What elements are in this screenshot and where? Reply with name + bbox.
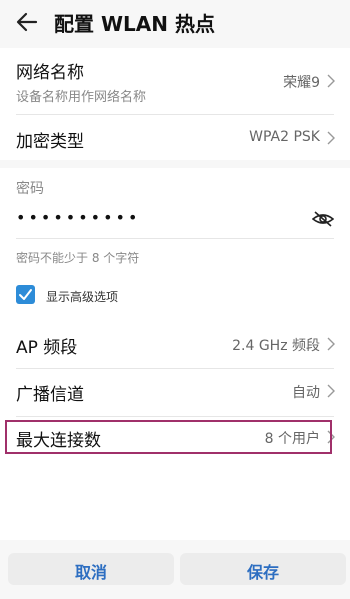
ap-band-value: 2.4 GHz 频段: [232, 338, 320, 354]
save-button-label: 保存: [246, 563, 279, 582]
hide-password-icon[interactable]: [312, 210, 334, 228]
broadcast-channel-label: 广播信道: [16, 385, 84, 405]
password-hint: 密码不能少于 8 个字符: [16, 251, 140, 265]
password-underline: [16, 238, 334, 239]
app-header: 配置 WLAN 热点: [0, 0, 350, 44]
network-name-sublabel: 设备名称用作网络名称: [16, 90, 147, 105]
network-name-row[interactable]: 网络名称 设备名称用作网络名称 荣耀9: [0, 48, 350, 108]
password-input[interactable]: ••••••••••: [16, 208, 140, 227]
back-arrow-icon[interactable]: [14, 9, 40, 35]
ap-band-label: AP 频段: [16, 338, 78, 358]
broadcast-channel-value: 自动: [292, 385, 320, 401]
cancel-button[interactable]: 取消: [8, 553, 174, 585]
highlight-frame: [5, 420, 332, 454]
page-title: 配置 WLAN 热点: [54, 12, 215, 36]
advanced-options-label: 显示高级选项: [46, 290, 119, 304]
chevron-right-icon: [327, 337, 335, 351]
security-settings-card: 密码 •••••••••• 密码不能少于 8 个字符 显示高级选项 AP 频段 …: [0, 168, 350, 540]
encryption-label: 加密类型: [16, 132, 84, 152]
divider: [16, 416, 334, 417]
check-icon: [19, 289, 32, 300]
encryption-row[interactable]: 加密类型 WPA2 PSK: [0, 115, 350, 160]
network-name-label: 网络名称: [16, 63, 84, 83]
encryption-value: WPA2 PSK: [249, 129, 320, 145]
save-button[interactable]: 保存: [180, 553, 346, 585]
broadcast-channel-row[interactable]: 广播信道 自动: [0, 369, 350, 415]
advanced-options-checkbox[interactable]: [16, 285, 35, 304]
network-name-value: 荣耀9: [283, 75, 320, 91]
ap-band-row[interactable]: AP 频段 2.4 GHz 频段: [0, 322, 350, 368]
password-label: 密码: [16, 181, 44, 197]
basic-settings-card: 网络名称 设备名称用作网络名称 荣耀9 加密类型 WPA2 PSK: [0, 48, 350, 160]
chevron-right-icon: [327, 131, 335, 145]
cancel-button-label: 取消: [74, 563, 107, 582]
chevron-right-icon: [327, 384, 335, 398]
chevron-right-icon: [327, 74, 335, 88]
